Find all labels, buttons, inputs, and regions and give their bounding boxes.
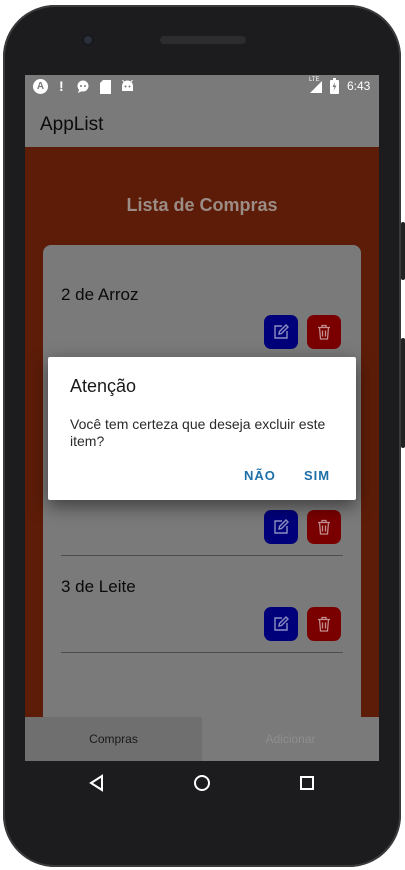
a-icon: A [33, 79, 48, 94]
volume-button [401, 338, 405, 448]
back-icon [89, 774, 103, 792]
confirm-delete-dialog: Atenção Você tem certeza que deseja excl… [48, 357, 356, 500]
trash-icon [318, 616, 330, 632]
app-title: AppList [40, 114, 104, 135]
nav-back-button[interactable] [85, 771, 109, 795]
delete-button[interactable] [307, 510, 341, 544]
edit-button[interactable] [264, 607, 298, 641]
bottom-tab-bar: Compras Adicionar [25, 717, 379, 761]
chat-icon [77, 80, 89, 93]
trash-icon [318, 324, 330, 340]
dialog-cancel-button[interactable]: NÃO [244, 468, 276, 483]
status-bar: A ! LTE 6:43 [25, 75, 379, 99]
nav-recents-button[interactable] [295, 771, 319, 795]
home-icon [194, 775, 210, 791]
shopping-list-card: 2 de Arroz 3 de Leite [43, 245, 361, 761]
item-label: 3 de Leite [61, 577, 136, 596]
recents-icon [300, 776, 314, 790]
dialog-confirm-button[interactable]: SIM [304, 468, 330, 483]
sd-card-icon [100, 80, 111, 94]
divider [61, 555, 343, 556]
android-icon [122, 80, 133, 91]
list-title: Lista de Compras [126, 195, 278, 215]
signal-icon [310, 81, 322, 93]
edit-button[interactable] [264, 510, 298, 544]
alert-icon: ! [59, 78, 64, 94]
divider [61, 652, 343, 653]
front-camera [82, 34, 94, 46]
edit-icon [274, 519, 289, 534]
tab-adicionar[interactable]: Adicionar [202, 717, 379, 761]
edit-button[interactable] [264, 315, 298, 349]
delete-button[interactable] [307, 607, 341, 641]
system-nav-bar [25, 761, 379, 805]
dialog-message: Você tem certeza que deseja excluir este… [70, 416, 326, 449]
dialog-title: Atenção [70, 376, 137, 396]
battery-icon [330, 78, 339, 94]
status-time: 6:43 [347, 79, 371, 93]
app-bar: AppList [25, 99, 379, 147]
tab-label: Compras [89, 732, 138, 746]
item-label: 2 de Arroz [61, 285, 139, 304]
edit-icon [274, 324, 289, 339]
edit-icon [274, 616, 289, 631]
tab-label: Adicionar [265, 732, 316, 746]
tab-compras[interactable]: Compras [25, 717, 202, 761]
power-button [401, 222, 405, 280]
delete-button[interactable] [307, 315, 341, 349]
earpiece-speaker [160, 36, 246, 44]
nav-home-button[interactable] [190, 771, 214, 795]
trash-icon [318, 519, 330, 535]
